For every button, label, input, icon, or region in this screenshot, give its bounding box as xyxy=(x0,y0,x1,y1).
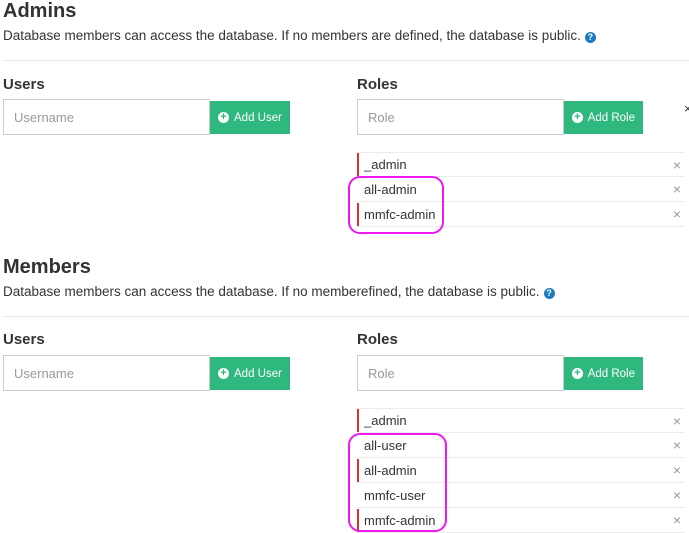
add-user-label: Add User xyxy=(234,367,282,380)
admins-add-role-button[interactable]: + Add Role xyxy=(564,101,643,134)
role-item: _admin × xyxy=(357,152,685,177)
role-marker xyxy=(357,153,359,176)
edge-close-icon[interactable]: × xyxy=(684,101,689,116)
close-icon[interactable]: × xyxy=(669,413,685,429)
close-icon[interactable]: × xyxy=(669,437,685,453)
role-name: _admin xyxy=(364,157,407,172)
role-name: _admin xyxy=(364,413,407,428)
admins-title: Admins xyxy=(3,0,77,22)
divider xyxy=(3,60,689,61)
close-icon[interactable]: × xyxy=(669,512,685,528)
members-roles-heading: Roles xyxy=(357,331,398,348)
add-role-label: Add Role xyxy=(587,111,635,124)
members-add-role-button[interactable]: + Add Role xyxy=(564,357,643,390)
divider xyxy=(3,316,689,317)
help-icon[interactable]: ? xyxy=(543,288,555,299)
admins-roles-heading: Roles xyxy=(357,76,398,93)
close-icon[interactable]: × xyxy=(669,181,685,197)
members-role-input[interactable] xyxy=(357,355,564,391)
highlight-annotation xyxy=(348,433,447,532)
close-icon[interactable]: × xyxy=(669,462,685,478)
close-icon[interactable]: × xyxy=(669,206,685,222)
role-marker xyxy=(357,409,359,432)
plus-circle-icon: + xyxy=(572,112,583,123)
admins-add-user-button[interactable]: + Add User xyxy=(210,101,290,134)
add-user-label: Add User xyxy=(234,111,282,124)
members-users-heading: Users xyxy=(3,331,45,348)
admins-role-input[interactable] xyxy=(357,99,564,135)
plus-circle-icon: + xyxy=(218,368,229,379)
admins-users-heading: Users xyxy=(3,76,45,93)
plus-circle-icon: + xyxy=(218,112,229,123)
members-title: Members xyxy=(3,256,91,278)
close-icon[interactable]: × xyxy=(669,487,685,503)
close-icon[interactable]: × xyxy=(669,157,685,173)
members-username-input[interactable] xyxy=(3,355,210,391)
admins-description: Database members can access the database… xyxy=(3,28,596,43)
members-description-text: Database members can access the database… xyxy=(3,284,540,299)
help-icon[interactable]: ? xyxy=(584,32,596,43)
highlight-annotation xyxy=(348,176,444,234)
members-add-user-button[interactable]: + Add User xyxy=(210,357,290,390)
members-description: Database members can access the database… xyxy=(3,284,555,299)
plus-circle-icon: + xyxy=(572,368,583,379)
admins-description-text: Database members can access the database… xyxy=(3,28,581,43)
admins-username-input[interactable] xyxy=(3,99,210,135)
add-role-label: Add Role xyxy=(587,367,635,380)
role-item: _admin × xyxy=(357,408,685,433)
